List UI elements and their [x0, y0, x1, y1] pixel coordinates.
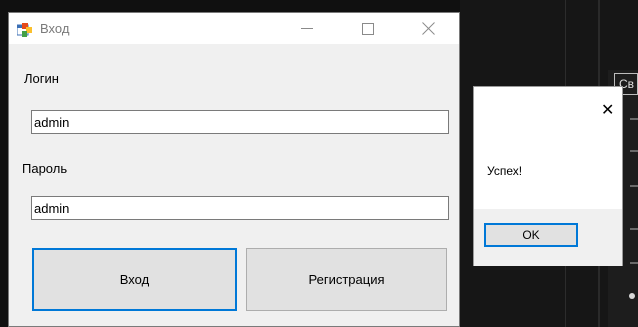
maximize-icon — [362, 22, 374, 35]
login-window: Вход Логин Пароль Вход Регистрация — [8, 12, 460, 327]
login-input[interactable] — [31, 110, 449, 134]
background-tick — [630, 185, 638, 187]
close-icon — [421, 22, 435, 35]
message-footer: OK — [474, 209, 622, 266]
maximize-button[interactable] — [345, 13, 391, 44]
password-label: Пароль — [22, 161, 68, 176]
message-close-button[interactable]: ✕ — [601, 100, 614, 120]
ok-button[interactable]: OK — [484, 223, 578, 247]
minimize-icon — [301, 28, 313, 29]
minimize-button[interactable] — [284, 13, 330, 44]
app-form-icon — [17, 23, 32, 37]
background-tick — [630, 228, 638, 230]
window-title: Вход — [40, 21, 70, 36]
login-button[interactable]: Вход — [32, 248, 237, 311]
message-box: ✕ Успех! OK — [473, 86, 623, 266]
background-bullet — [629, 293, 635, 299]
background-tick — [630, 150, 638, 152]
close-button[interactable] — [405, 13, 451, 44]
title-bar[interactable]: Вход — [9, 13, 459, 44]
background-tick — [630, 262, 638, 264]
password-input[interactable] — [31, 196, 449, 220]
message-text: Успех! — [487, 164, 523, 178]
background-tick — [630, 118, 638, 120]
login-label: Логин — [24, 71, 59, 86]
register-button[interactable]: Регистрация — [246, 248, 447, 311]
